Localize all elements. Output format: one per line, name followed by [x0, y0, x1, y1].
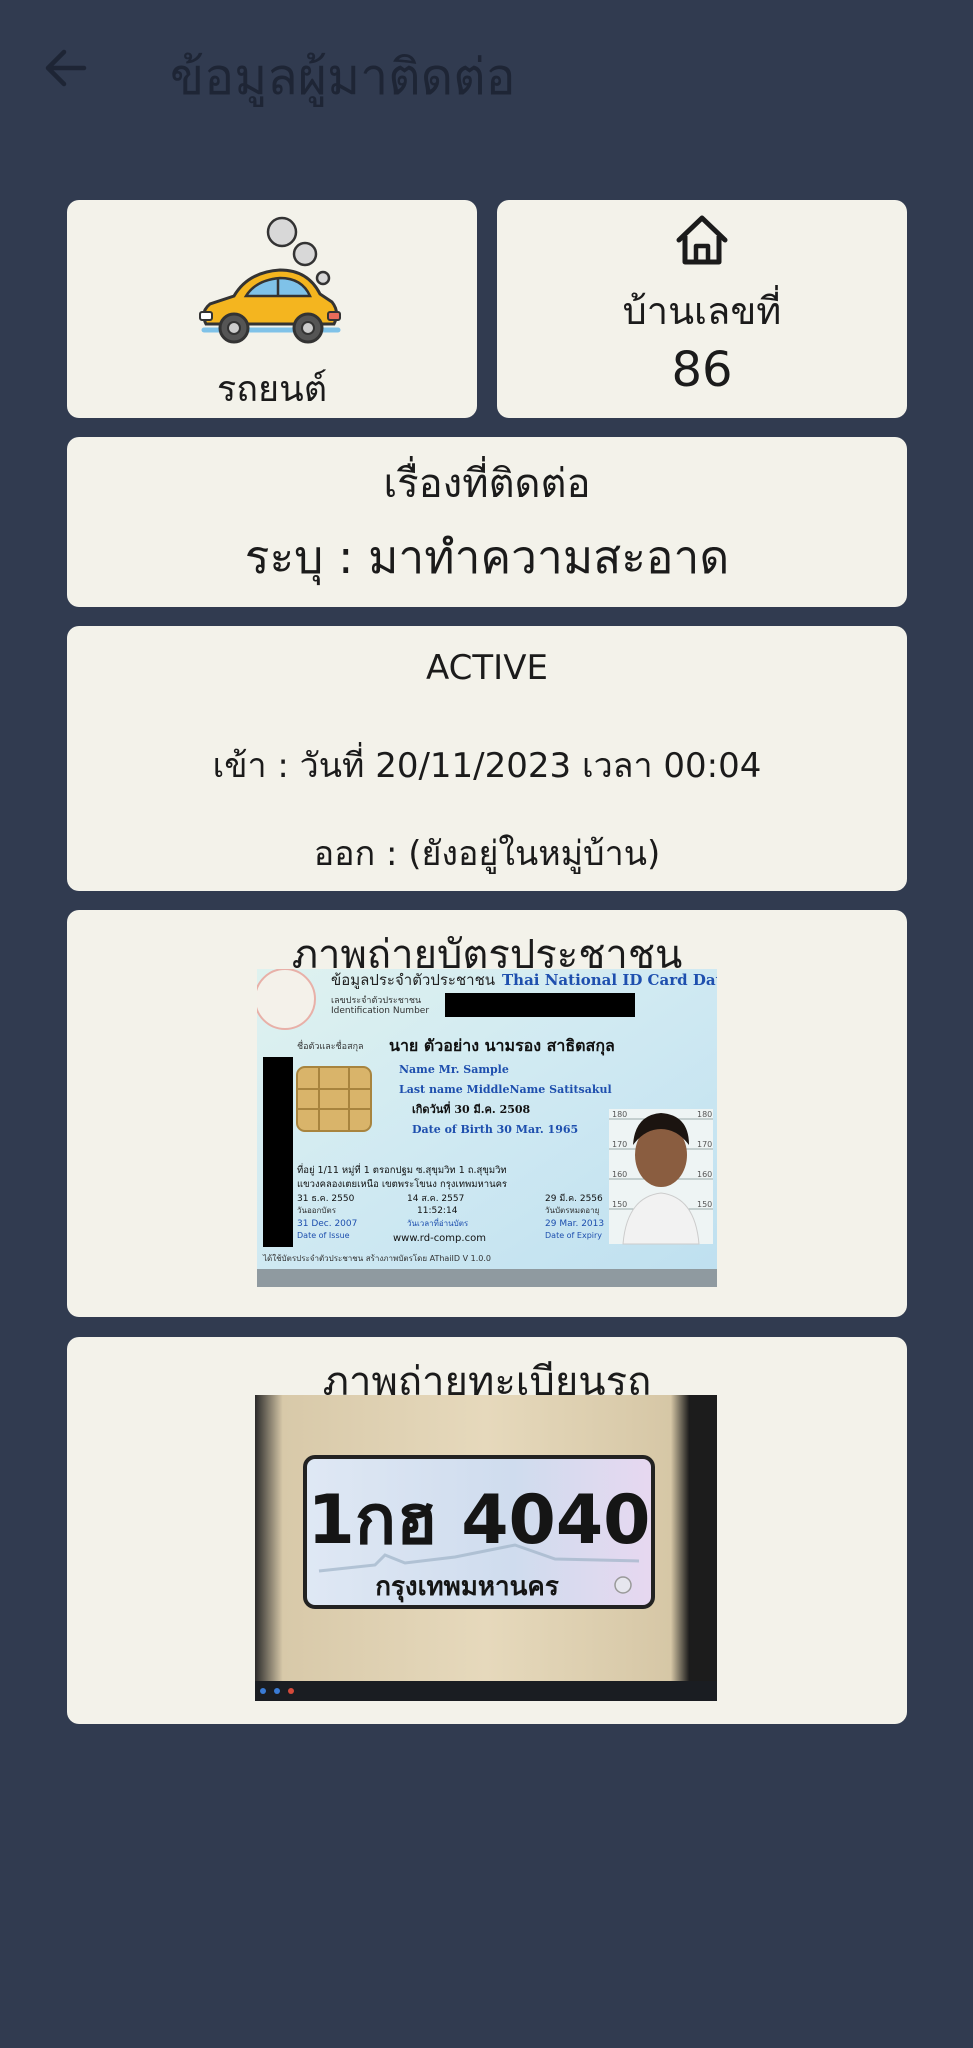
id-website: www.rd-comp.com: [393, 1233, 486, 1244]
id-print-time: 11:52:14: [417, 1206, 458, 1216]
id-lastname-en: Last name MiddleName Satitsakul: [399, 1083, 612, 1096]
house-number-card: บ้านเลขที่ 86: [497, 200, 907, 418]
height-mark: 150: [697, 1200, 712, 1209]
vehicle-type-label: รถยนต์: [216, 369, 328, 410]
id-issue-th: 31 ธ.ค. 2550: [297, 1194, 355, 1204]
id-issue-label-en: Date of Issue: [297, 1231, 350, 1240]
id-number-label-th: เลขประจำตัวประชาชน: [331, 995, 421, 1006]
id-card-photo[interactable]: ข้อมูลประจำตัวประชาชน Thai National ID C…: [257, 969, 717, 1287]
id-card-photo-card: ภาพถ่ายบัตรประชาชน ข้อมูลประจำตัวประชาชน…: [67, 910, 907, 1317]
app-bar: ข้อมูลผู้มาติดต่อ: [0, 0, 973, 150]
id-header-en: Thai National ID Card Data: [502, 971, 717, 989]
car-icon: [199, 216, 341, 344]
id-issue-label-th: วันออกบัตร: [297, 1206, 337, 1215]
height-mark: 180: [612, 1110, 627, 1119]
id-address-2: แขวงคลองเตยเหนือ เขตพระโขนง กรุงเทพมหานค…: [297, 1178, 507, 1190]
id-number-label-en: Identification Number: [331, 1006, 429, 1016]
height-mark: 180: [697, 1110, 712, 1119]
id-expiry-th: 29 มี.ค. 2556: [545, 1193, 603, 1204]
chip-icon: [296, 1066, 372, 1132]
id-footer: ได้ใช้บัตรประจำตัวประชาชน สร้างภาพบัตรโด…: [262, 1253, 491, 1263]
visit-status-card: ACTIVE เข้า : วันที่ 20/11/2023 เวลา 00:…: [67, 626, 907, 891]
height-mark: 170: [697, 1140, 712, 1149]
id-print-label: วันเวลาที่อ่านบัตร: [407, 1217, 469, 1228]
page-title: ข้อมูลผู้มาติดต่อ: [170, 48, 516, 106]
id-expiry-label-en: Date of Expiry: [545, 1231, 602, 1240]
contact-reason-card: เรื่องที่ติดต่อ ระบุ : มาทำความสะอาด: [67, 437, 907, 607]
home-icon: [676, 215, 728, 265]
contact-reason-heading: เรื่องที่ติดต่อ: [383, 461, 591, 507]
id-header-th: ข้อมูลประจำตัวประชาชน: [331, 971, 495, 989]
id-dob-th: เกิดวันที่ 30 มี.ค. 2508: [412, 1101, 531, 1116]
entry-time: เข้า : วันที่ 20/11/2023 เวลา 00:04: [212, 746, 762, 786]
license-plate-photo[interactable]: 1กฮ 4040 กรุงเทพมหานคร: [255, 1395, 717, 1701]
height-mark: 170: [612, 1140, 627, 1149]
vehicle-type-card: รถยนต์: [67, 200, 477, 418]
id-name-th: นาย ตัวอย่าง นามรอง สาธิตสกุล: [389, 1036, 615, 1056]
id-dob-en: Date of Birth 30 Mar. 1965: [412, 1123, 578, 1136]
plate-number: 1กฮ 4040: [308, 1481, 651, 1560]
exit-status: ออก : (ยังอยู่ในหมู่บ้าน): [313, 834, 661, 874]
height-mark: 160: [612, 1170, 627, 1179]
id-expiry-label-th: วันบัตรหมดอายุ: [545, 1206, 599, 1215]
house-number-value: 86: [671, 342, 733, 398]
redaction-side-bar: [263, 1057, 293, 1247]
arrow-left-icon[interactable]: [38, 40, 94, 96]
status-badge: ACTIVE: [426, 648, 548, 688]
license-plate-photo-card: ภาพถ่ายทะเบียนรถ 1กฮ 4040 กรุงเทพมหานคร: [67, 1337, 907, 1724]
height-mark: 160: [697, 1170, 712, 1179]
contact-reason-detail: ระบุ : มาทำความสะอาด: [244, 530, 730, 584]
id-expiry-en: 29 Mar. 2013: [545, 1219, 604, 1229]
id-print-date: 14 ส.ค. 2557: [407, 1194, 464, 1204]
plate-province: กรุงเทพมหานคร: [375, 1572, 559, 1603]
redaction-bar: [445, 993, 635, 1017]
id-address: ที่อยู่ 1/11 หมู่ที่ 1 ตรอกปฐม ซ.สุขุมวิ…: [297, 1163, 507, 1176]
house-number-label: บ้านเลขที่: [622, 289, 782, 333]
height-mark: 150: [612, 1200, 627, 1209]
id-name-en: Name Mr. Sample: [399, 1063, 509, 1076]
id-issue-en: 31 Dec. 2007: [297, 1219, 357, 1229]
